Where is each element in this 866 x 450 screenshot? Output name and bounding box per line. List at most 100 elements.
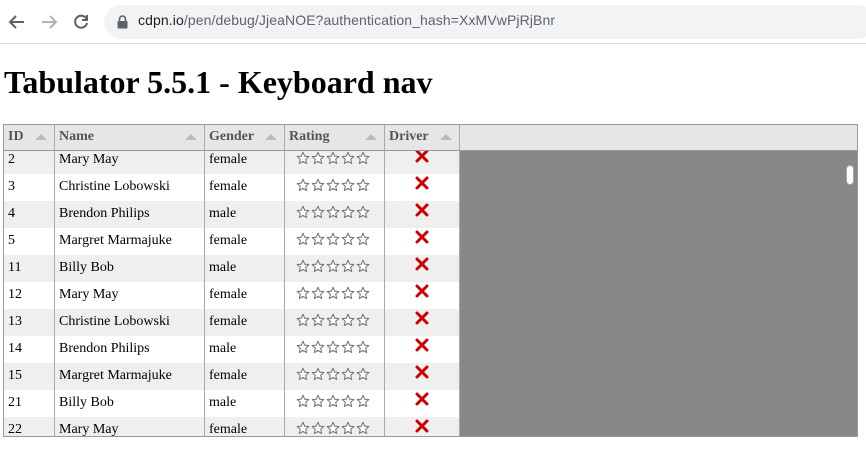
cell-gender[interactable]: female [205,228,285,255]
star-outline-icon[interactable] [326,151,340,170]
cell-gender[interactable]: male [205,255,285,282]
cell-gender[interactable]: female [205,174,285,201]
star-outline-icon[interactable] [311,286,325,305]
sort-arrow-icon[interactable] [440,134,452,140]
table-row[interactable]: 2 Mary May female [4,151,460,174]
star-outline-icon[interactable] [296,394,310,413]
star-outline-icon[interactable] [311,367,325,386]
cell-id[interactable]: 2 [4,151,55,174]
cell-name[interactable]: Mary May [55,282,205,309]
star-outline-icon[interactable] [356,178,370,197]
cell-driver[interactable] [385,309,460,336]
star-outline-icon[interactable] [311,151,325,170]
cell-driver[interactable] [385,282,460,309]
star-outline-icon[interactable] [326,340,340,359]
star-outline-icon[interactable] [341,232,355,251]
star-rating[interactable] [296,421,380,436]
cell-driver[interactable] [385,151,460,174]
star-outline-icon[interactable] [326,313,340,332]
star-rating[interactable] [296,259,380,278]
star-outline-icon[interactable] [356,394,370,413]
reload-icon[interactable] [70,11,92,33]
cell-driver[interactable] [385,363,460,390]
star-outline-icon[interactable] [326,286,340,305]
star-rating[interactable] [296,340,380,359]
star-outline-icon[interactable] [356,259,370,278]
star-outline-icon[interactable] [341,259,355,278]
star-rating[interactable] [296,394,380,413]
lock-icon[interactable] [117,15,128,34]
cell-name[interactable]: Mary May [55,151,205,174]
cell-id[interactable]: 3 [4,174,55,201]
forward-arrow-icon[interactable] [38,11,60,33]
star-outline-icon[interactable] [356,340,370,359]
cell-driver[interactable] [385,174,460,201]
back-arrow-icon[interactable] [6,11,28,33]
cell-rating[interactable] [285,363,385,390]
star-rating[interactable] [296,232,380,251]
star-outline-icon[interactable] [296,232,310,251]
table-row[interactable]: 13 Christine Lobowski female [4,309,460,336]
star-outline-icon[interactable] [341,421,355,436]
cell-rating[interactable] [285,201,385,228]
cell-name[interactable]: Brendon Philips [55,336,205,363]
star-outline-icon[interactable] [341,394,355,413]
star-outline-icon[interactable] [296,259,310,278]
star-outline-icon[interactable] [326,259,340,278]
star-outline-icon[interactable] [341,178,355,197]
cell-name[interactable]: Margret Marmajuke [55,363,205,390]
cell-gender[interactable]: male [205,336,285,363]
star-outline-icon[interactable] [311,421,325,436]
star-outline-icon[interactable] [341,286,355,305]
cell-gender[interactable]: female [205,309,285,336]
star-outline-icon[interactable] [356,286,370,305]
cell-name[interactable]: Margret Marmajuke [55,228,205,255]
star-outline-icon[interactable] [341,340,355,359]
star-rating[interactable] [296,151,380,170]
table-row[interactable]: 11 Billy Bob male [4,255,460,282]
cell-name[interactable]: Billy Bob [55,390,205,417]
star-outline-icon[interactable] [311,232,325,251]
table-row[interactable]: 3 Christine Lobowski female [4,174,460,201]
table-row[interactable]: 15 Margret Marmajuke female [4,363,460,390]
cell-rating[interactable] [285,390,385,417]
star-outline-icon[interactable] [326,205,340,224]
cell-rating[interactable] [285,255,385,282]
table-row[interactable]: 14 Brendon Philips male [4,336,460,363]
cell-gender[interactable]: female [205,282,285,309]
column-header-name[interactable]: Name [55,125,205,151]
table-row[interactable]: 4 Brendon Philips male [4,201,460,228]
data-table[interactable]: ID Name Gender Rating Driver 2 Mary May fe… [3,124,858,437]
star-outline-icon[interactable] [296,340,310,359]
column-header-id[interactable]: ID [4,125,55,151]
star-outline-icon[interactable] [326,367,340,386]
cell-id[interactable]: 12 [4,282,55,309]
cell-driver[interactable] [385,336,460,363]
star-outline-icon[interactable] [296,313,310,332]
cell-gender[interactable]: male [205,390,285,417]
star-outline-icon[interactable] [326,394,340,413]
cell-name[interactable]: Christine Lobowski [55,174,205,201]
cell-driver[interactable] [385,417,460,436]
scrollbar-thumb[interactable] [846,165,854,185]
star-outline-icon[interactable] [311,313,325,332]
column-header-gender[interactable]: Gender [205,125,285,151]
cell-driver[interactable] [385,390,460,417]
cell-id[interactable]: 5 [4,228,55,255]
star-outline-icon[interactable] [341,367,355,386]
cell-rating[interactable] [285,151,385,174]
cell-rating[interactable] [285,228,385,255]
cell-rating[interactable] [285,309,385,336]
table-row[interactable]: 22 Mary May female [4,417,460,436]
star-outline-icon[interactable] [296,286,310,305]
cell-id[interactable]: 14 [4,336,55,363]
sort-arrow-icon[interactable] [365,134,377,140]
star-outline-icon[interactable] [311,340,325,359]
address-bar[interactable]: cdpn.io/pen/debug/JjeaNOE?authentication… [104,5,866,39]
star-outline-icon[interactable] [356,313,370,332]
table-row[interactable]: 21 Billy Bob male [4,390,460,417]
star-outline-icon[interactable] [311,259,325,278]
star-outline-icon[interactable] [356,367,370,386]
star-outline-icon[interactable] [326,178,340,197]
star-outline-icon[interactable] [296,367,310,386]
